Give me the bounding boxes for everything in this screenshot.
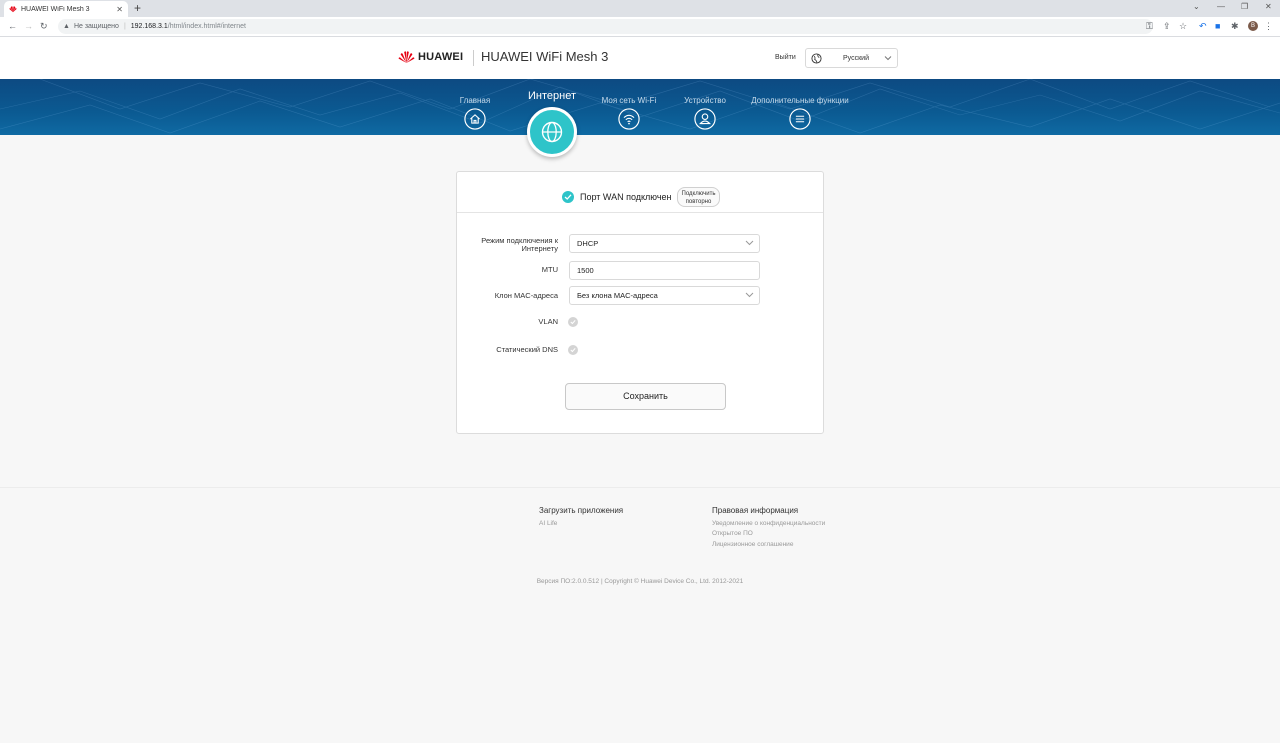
user-icon	[694, 108, 716, 130]
wan-status-text: Порт WAN подключен	[580, 192, 672, 202]
mac-clone-value: Без клона MAC-адреса	[577, 291, 658, 300]
static-dns-label: Статический DNS	[496, 345, 558, 354]
vlan-label: VLAN	[538, 317, 558, 326]
nav-home[interactable]: Главная	[455, 79, 495, 135]
product-name: HUAWEI WiFi Mesh 3	[481, 49, 609, 64]
nav-device-label: Устройство	[684, 96, 726, 105]
wan-status-bar: Порт WAN подключен Подключить повторно	[457, 172, 823, 213]
nav-advanced[interactable]: Дополнительные функции	[748, 79, 852, 135]
connection-mode-select[interactable]: DHCP	[569, 234, 760, 253]
extension-doc-icon[interactable]: ■	[1215, 21, 1220, 31]
tab-close-icon[interactable]: ✕	[116, 5, 123, 14]
language-select[interactable]: Русский	[805, 48, 898, 68]
wifi-icon	[618, 108, 640, 130]
home-icon	[464, 108, 486, 130]
internet-settings-card: Порт WAN подключен Подключить повторно Р…	[456, 171, 824, 434]
browser-tab-strip: HUAWEI WiFi Mesh 3 ✕ + ⌄ — ❐ ✕	[0, 0, 1280, 17]
vlan-toggle[interactable]	[568, 317, 578, 327]
wan-connected-check-icon	[562, 191, 574, 203]
not-secure-warning-icon[interactable]: ▲	[63, 23, 70, 30]
check-icon	[570, 319, 576, 325]
mtu-input[interactable]: 1500	[569, 261, 760, 280]
reload-icon[interactable]: ↻	[40, 21, 48, 32]
check-icon	[570, 347, 576, 353]
huawei-flower-icon	[398, 51, 415, 63]
brand-name: HUAWEI	[418, 51, 464, 63]
share-icon[interactable]: ⇪	[1163, 21, 1171, 32]
back-icon[interactable]: ←	[8, 21, 17, 31]
connection-mode-label: Режим подключения к Интернету	[481, 237, 558, 253]
nav-wifi-label: Моя сеть Wi-Fi	[601, 96, 657, 105]
address-bar[interactable]: ▲ Не защищено | 192.168.3.1 /html/index.…	[58, 19, 1153, 34]
mac-clone-label: Клон MAC-адреса	[494, 291, 558, 300]
nav-internet-label[interactable]: Интернет	[512, 90, 592, 102]
url-path: /html/index.html#/internet	[167, 23, 246, 30]
nav-home-label: Главная	[459, 96, 491, 105]
ai-life-link[interactable]: AI Life	[539, 520, 557, 527]
browser-tab[interactable]: HUAWEI WiFi Mesh 3 ✕	[4, 1, 128, 17]
url-host: 192.168.3.1	[130, 23, 168, 30]
tab-search-icon[interactable]: ⌄	[1193, 2, 1200, 11]
extension-undo-icon[interactable]: ↶	[1199, 21, 1207, 32]
copyright-text: Версия ПО:2.0.0.512 | Copyright © Huawei…	[536, 578, 744, 585]
nav-wifi[interactable]: Моя сеть Wi-Fi	[598, 79, 660, 135]
window-close-icon[interactable]: ✕	[1265, 2, 1272, 11]
new-tab-button[interactable]: +	[134, 1, 141, 15]
footer-divider	[0, 487, 1280, 488]
nav-internet[interactable]	[527, 107, 577, 157]
privacy-notice-link[interactable]: Уведомление о конфиденциальности	[712, 520, 825, 527]
menu-icon	[789, 108, 811, 130]
static-dns-toggle[interactable]	[568, 345, 578, 355]
reconnect-label-line2: повторно	[685, 199, 712, 205]
chevron-down-icon	[884, 56, 892, 61]
logout-link[interactable]: Выйти	[775, 54, 796, 61]
chevron-down-icon	[745, 240, 754, 246]
globe-icon	[811, 53, 822, 64]
browser-toolbar: ← → ↻ ▲ Не защищено | 192.168.3.1 /html/…	[0, 17, 1280, 37]
huawei-logo: HUAWEI	[398, 50, 463, 64]
mtu-label: MTU	[541, 265, 558, 274]
url-separator: |	[123, 23, 126, 30]
open-source-link[interactable]: Открытое ПО	[712, 530, 753, 537]
save-button[interactable]: Сохранить	[565, 383, 726, 410]
router-header: HUAWEI HUAWEI WiFi Mesh 3 Выйти Русский	[0, 37, 1280, 79]
nav-advanced-label: Дополнительные функции	[751, 96, 849, 105]
huawei-favicon-icon	[9, 6, 17, 13]
profile-avatar[interactable]: B	[1248, 21, 1258, 31]
minimize-icon[interactable]: —	[1217, 2, 1225, 11]
extensions-puzzle-icon[interactable]: ✱	[1231, 21, 1239, 32]
globe-icon	[541, 121, 563, 143]
browser-menu-icon[interactable]: ⋮	[1264, 21, 1273, 32]
apps-title: Загрузить приложения	[539, 506, 624, 515]
connection-mode-value: DHCP	[577, 239, 599, 248]
reconnect-button[interactable]: Подключить повторно	[677, 187, 720, 207]
legal-title: Правовая информация	[712, 506, 799, 515]
main-nav: Главная Моя сеть Wi-Fi Устройство Дополн…	[0, 79, 1280, 135]
security-label[interactable]: Не защищено	[74, 23, 119, 30]
bookmark-star-icon[interactable]: ☆	[1179, 21, 1187, 32]
connection-mode-label-line2: Интернету	[521, 244, 558, 253]
nav-device[interactable]: Устройство	[680, 79, 730, 135]
mac-clone-select[interactable]: Без клона MAC-адреса	[569, 286, 760, 305]
chevron-down-icon	[745, 292, 754, 298]
language-value: Русский	[843, 55, 869, 62]
forward-icon[interactable]: →	[24, 21, 33, 31]
license-agreement-link[interactable]: Лицензионное соглашение	[712, 541, 793, 548]
restore-icon[interactable]: ❐	[1241, 2, 1248, 11]
tab-title: HUAWEI WiFi Mesh 3	[21, 5, 90, 13]
reconnect-label-line1: Подключить	[681, 191, 716, 197]
mtu-value: 1500	[577, 266, 594, 275]
key-icon[interactable]: ⚿	[1146, 21, 1153, 32]
header-divider	[473, 50, 474, 66]
